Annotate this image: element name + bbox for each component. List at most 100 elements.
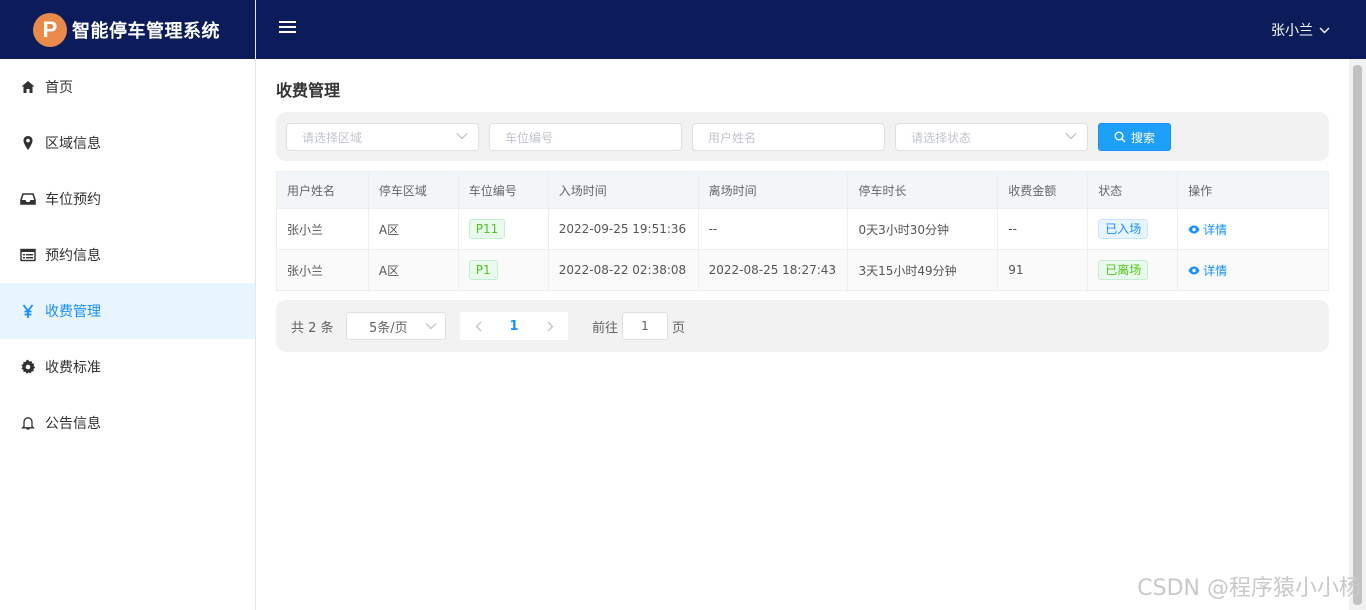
chevron-right-icon	[547, 321, 553, 331]
eye-icon	[1188, 266, 1200, 274]
sidebar: P 智能停车管理系统 首页 区域信息 车位预约 预约信息 收费管理 收费标准 公…	[0, 0, 256, 610]
sidebar-item-label: 区域信息	[45, 136, 101, 152]
cell-duration: 3天15小时49分钟	[847, 249, 999, 291]
eye-icon	[1188, 225, 1200, 233]
user-menu[interactable]: 张小兰	[1271, 20, 1330, 40]
sidebar-item-area-info[interactable]: 区域信息	[0, 115, 255, 171]
watermark: CSDN @程序猿小小杨	[1137, 576, 1361, 601]
search-button[interactable]: 搜索	[1098, 123, 1171, 151]
column-header: 收费金额	[997, 171, 1089, 209]
status-badge: 已入场	[1098, 219, 1149, 239]
cell-status: 已入场	[1087, 208, 1179, 250]
cell-out-time: 2022-08-25 18:27:43	[697, 249, 849, 291]
sidebar-menu: 首页 区域信息 车位预约 预约信息 收费管理 收费标准 公告信息	[0, 59, 255, 451]
location-pin-icon	[20, 135, 36, 151]
goto-label: 前往	[592, 321, 619, 336]
cell-out-time: --	[697, 208, 849, 250]
user-name: 张小兰	[1271, 23, 1313, 39]
next-page-button[interactable]	[532, 312, 568, 340]
yen-icon	[20, 303, 36, 319]
sidebar-item-reservation-info[interactable]: 预约信息	[0, 227, 255, 283]
top-bar: 张小兰	[256, 0, 1366, 59]
column-header: 入场时间	[547, 171, 699, 209]
goto-page-input[interactable]: 1	[622, 312, 668, 340]
user-name-placeholder: 用户姓名	[708, 130, 757, 145]
table-row: 张小兰 A区 P11 2022-09-25 19:51:36 -- 0天3小时3…	[276, 208, 1329, 250]
chevron-down-icon	[1065, 133, 1077, 140]
page-size-select[interactable]: 5条/页	[346, 312, 446, 340]
main-content: 收费管理 请选择区域 车位编号 用户姓名 请选择状态 搜索 用户姓名 停车区域	[256, 59, 1349, 610]
table-row: 张小兰 A区 P1 2022-08-22 02:38:08 2022-08-25…	[276, 249, 1329, 291]
cell-user: 张小兰	[276, 249, 369, 291]
sidebar-item-label: 收费标准	[45, 360, 101, 376]
detail-link[interactable]: 详情	[1188, 221, 1227, 238]
sidebar-item-announcement[interactable]: 公告信息	[0, 395, 255, 451]
status-select[interactable]: 请选择状态	[895, 123, 1088, 151]
cell-user: 张小兰	[276, 208, 369, 250]
sidebar-item-fee-management[interactable]: 收费管理	[0, 283, 255, 339]
scrollbar-thumb[interactable]	[1353, 65, 1362, 605]
space-tag: P1	[468, 260, 498, 280]
page-size-value: 5条/页	[369, 320, 408, 336]
cell-area: A区	[367, 249, 459, 291]
user-name-input[interactable]: 用户姓名	[692, 123, 885, 151]
pagination-total: 共 2 条	[291, 321, 334, 336]
cell-amount: --	[997, 208, 1089, 250]
sidebar-item-label: 车位预约	[45, 192, 101, 208]
cell-in-time: 2022-08-22 02:38:08	[547, 249, 699, 291]
vertical-scrollbar[interactable]	[1349, 59, 1366, 610]
chevron-down-icon	[456, 133, 468, 140]
column-header: 停车区域	[367, 171, 459, 209]
detail-link-label: 详情	[1203, 263, 1228, 278]
chevron-down-icon	[1319, 27, 1330, 33]
cell-space: P11	[457, 208, 549, 250]
cell-space: P1	[457, 249, 549, 291]
fee-table: 用户姓名 停车区域 车位编号 入场时间 离场时间 停车时长 收费金额 状态 操作…	[276, 171, 1329, 291]
space-number-input[interactable]: 车位编号	[489, 123, 682, 151]
sidebar-item-label: 公告信息	[45, 416, 101, 432]
sidebar-item-reservation[interactable]: 车位预约	[0, 171, 255, 227]
page-title: 收费管理	[276, 81, 341, 100]
brand-header: P 智能停车管理系统	[0, 0, 255, 59]
app-logo: P	[33, 12, 67, 47]
chevron-down-icon	[425, 323, 437, 330]
status-select-placeholder: 请选择状态	[911, 130, 972, 145]
sidebar-item-label: 首页	[45, 80, 73, 96]
chevron-left-icon	[475, 321, 481, 331]
list-card-icon	[20, 247, 36, 263]
column-header: 用户姓名	[276, 171, 369, 209]
area-select-placeholder: 请选择区域	[302, 130, 363, 145]
sidebar-item-label: 收费管理	[45, 304, 101, 320]
column-header: 操作	[1177, 171, 1329, 209]
app-title: 智能停车管理系统	[72, 20, 220, 42]
status-badge: 已离场	[1098, 260, 1149, 280]
column-header: 停车时长	[847, 171, 999, 209]
search-icon	[1114, 131, 1126, 143]
inbox-icon	[20, 191, 36, 207]
column-header: 离场时间	[697, 171, 849, 209]
search-panel: 请选择区域 车位编号 用户姓名 请选择状态 搜索	[276, 112, 1329, 161]
search-button-label: 搜索	[1130, 130, 1155, 145]
pagination: 共 2 条 5条/页 1 前往 1 页	[276, 300, 1329, 352]
sidebar-item-fee-standard[interactable]: 收费标准	[0, 339, 255, 395]
table-header-row: 用户姓名 停车区域 车位编号 入场时间 离场时间 停车时长 收费金额 状态 操作	[276, 171, 1329, 209]
page-number-current[interactable]: 1	[496, 312, 532, 340]
sidebar-item-home[interactable]: 首页	[0, 59, 255, 115]
column-header: 车位编号	[457, 171, 549, 209]
bell-icon	[20, 415, 36, 431]
cell-status: 已离场	[1087, 249, 1179, 291]
page-suffix-label: 页	[672, 321, 686, 336]
gear-icon	[20, 359, 36, 375]
detail-link[interactable]: 详情	[1188, 262, 1227, 279]
sidebar-item-label: 预约信息	[45, 248, 101, 264]
area-select[interactable]: 请选择区域	[286, 123, 479, 151]
space-tag: P11	[468, 219, 506, 239]
menu-toggle-icon[interactable]	[279, 21, 296, 35]
cell-action: 详情	[1177, 208, 1329, 250]
cell-amount: 91	[997, 249, 1089, 291]
cell-action: 详情	[1177, 249, 1329, 291]
cell-in-time: 2022-09-25 19:51:36	[547, 208, 699, 250]
detail-link-label: 详情	[1203, 222, 1228, 237]
home-icon	[20, 79, 36, 95]
prev-page-button[interactable]	[460, 312, 496, 340]
